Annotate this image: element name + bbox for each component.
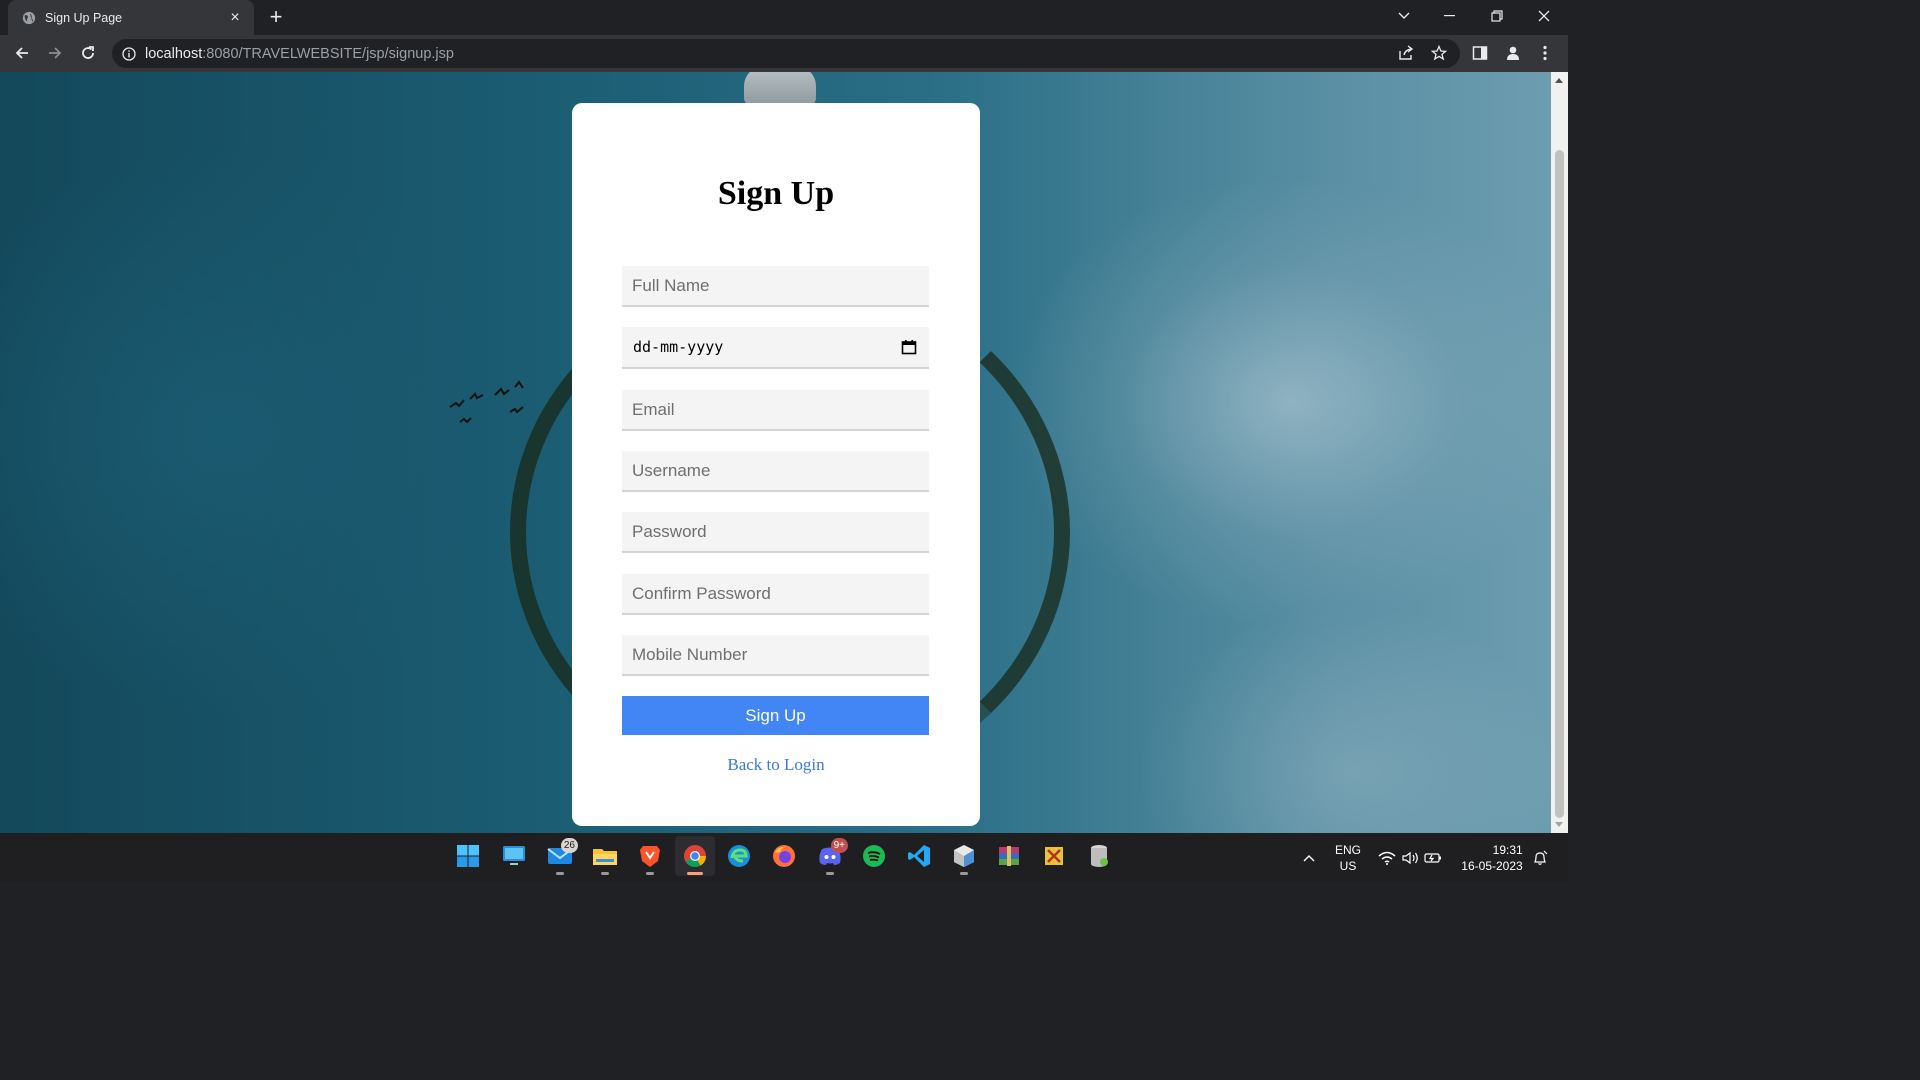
box-app[interactable]: [944, 836, 984, 876]
spotify-icon: [863, 845, 885, 867]
discord-app[interactable]: 9+: [810, 836, 850, 876]
quick-settings[interactable]: [1376, 833, 1444, 882]
running-indicator: [960, 872, 968, 875]
back-to-login-link[interactable]: Back to Login: [572, 755, 980, 775]
sign-up-button[interactable]: Sign Up: [622, 696, 929, 735]
storage-app[interactable]: [1079, 836, 1119, 876]
scroll-down-icon[interactable]: [1555, 822, 1563, 827]
running-indicator: [556, 872, 564, 875]
background-statue: [744, 72, 816, 106]
date-placeholder: dd-mm-yyyy: [633, 338, 724, 356]
database-icon: [1091, 845, 1108, 867]
clock-date: 16-05-2023: [1461, 858, 1523, 873]
language-label: ENG: [1334, 842, 1361, 857]
back-button[interactable]: [8, 39, 36, 67]
archive-icon: [999, 846, 1019, 866]
firefox-icon: [773, 845, 795, 867]
reload-icon: [82, 46, 94, 59]
address-bar[interactable]: localhost:8080/TRAVELWEBSITE/jsp/signup.…: [112, 39, 1460, 68]
scroll-up-icon[interactable]: [1555, 78, 1563, 83]
volume-icon: [1402, 851, 1418, 864]
mobile-number-field[interactable]: [622, 635, 929, 676]
signup-card: Sign Up dd-mm-yyyy Sign Up Back to Login: [572, 103, 980, 826]
menu-dots-icon[interactable]: [1531, 39, 1559, 67]
monitor-icon: [503, 846, 525, 865]
wifi-icon: [1378, 851, 1396, 865]
reload-button[interactable]: [74, 39, 102, 67]
full-name-field[interactable]: [622, 266, 929, 307]
discord-badge: 9+: [830, 838, 848, 853]
spotify-app[interactable]: [854, 836, 894, 876]
chevron-up-icon: [1303, 854, 1315, 861]
clock[interactable]: 19:31 16-05-2023: [1454, 833, 1530, 882]
clock-time: 19:31: [1492, 842, 1523, 857]
desktop-app[interactable]: [494, 836, 534, 876]
vscode-app[interactable]: [899, 836, 939, 876]
date-of-birth-field[interactable]: dd-mm-yyyy: [622, 327, 929, 369]
page-scrollbar[interactable]: [1551, 72, 1568, 833]
notification-center[interactable]: [1530, 833, 1550, 882]
arrow-left-icon: [15, 47, 28, 59]
forward-button[interactable]: [41, 39, 69, 67]
firefox-app[interactable]: [764, 836, 804, 876]
edge-app[interactable]: [719, 836, 759, 876]
page-title: Sign Up: [717, 175, 835, 212]
minimize-button[interactable]: [1427, 0, 1473, 32]
share-icon[interactable]: [1392, 39, 1420, 67]
mail-badge: 26: [560, 838, 578, 853]
globe-icon: [22, 11, 36, 24]
new-tab-button[interactable]: +: [264, 6, 288, 30]
windows-taskbar: 26 9+ ENG US 19:31 16-05-2023: [0, 833, 1568, 882]
password-field[interactable]: [622, 512, 929, 553]
battery-icon: [1424, 852, 1441, 863]
mail-app[interactable]: 26: [540, 836, 580, 876]
tab-title: Sign Up Page: [45, 10, 123, 25]
scrollbar-thumb[interactable]: [1555, 150, 1564, 818]
chrome-icon: [684, 845, 706, 867]
url-host: localhost: [145, 45, 203, 62]
bookmark-star-icon[interactable]: [1425, 39, 1453, 67]
cube-icon: [954, 845, 974, 867]
close-window-button[interactable]: [1521, 0, 1567, 32]
info-icon[interactable]: [122, 46, 136, 61]
browser-toolbar: localhost:8080/TRAVELWEBSITE/jsp/signup.…: [0, 35, 1568, 72]
side-panel-icon[interactable]: [1466, 39, 1494, 67]
winrar-app[interactable]: [989, 836, 1029, 876]
notification-bell-icon: [1534, 850, 1548, 865]
page-viewport: Sign Up dd-mm-yyyy Sign Up Back to Login: [0, 72, 1568, 833]
confirm-password-field[interactable]: [622, 574, 929, 615]
tab-search-icon[interactable]: [1381, 0, 1427, 32]
sticky-app[interactable]: [1034, 836, 1074, 876]
start-button[interactable]: [448, 836, 488, 876]
brave-app[interactable]: [630, 836, 670, 876]
chrome-app[interactable]: [675, 836, 715, 876]
running-indicator: [687, 872, 703, 875]
username-field[interactable]: [622, 451, 929, 492]
browser-tab[interactable]: Sign Up Page ×: [8, 0, 254, 35]
restore-button[interactable]: [1474, 0, 1520, 32]
browser-tabstrip: Sign Up Page × +: [0, 0, 1568, 35]
show-hidden-icons[interactable]: [1296, 833, 1322, 882]
profile-icon[interactable]: [1499, 39, 1527, 67]
running-indicator: [601, 872, 609, 875]
email-field[interactable]: [622, 390, 929, 431]
url-path: :8080/TRAVELWEBSITE/jsp/signup.jsp: [202, 45, 454, 62]
language-indicator[interactable]: ENG US: [1330, 833, 1366, 882]
folder-icon: [593, 849, 617, 865]
edge-icon: [728, 845, 750, 867]
brave-lion-icon: [640, 846, 660, 867]
running-indicator: [646, 872, 654, 875]
tab-close-icon[interactable]: ×: [226, 9, 244, 27]
windows-icon: [457, 845, 479, 867]
arrow-right-icon: [49, 47, 62, 59]
calendar-icon[interactable]: [901, 339, 917, 355]
tools-icon: [1045, 847, 1063, 865]
running-indicator: [826, 872, 834, 875]
file-explorer-app[interactable]: [585, 836, 625, 876]
birds-decoration: [449, 380, 524, 424]
region-label: US: [1339, 858, 1357, 873]
vscode-icon: [908, 845, 930, 867]
